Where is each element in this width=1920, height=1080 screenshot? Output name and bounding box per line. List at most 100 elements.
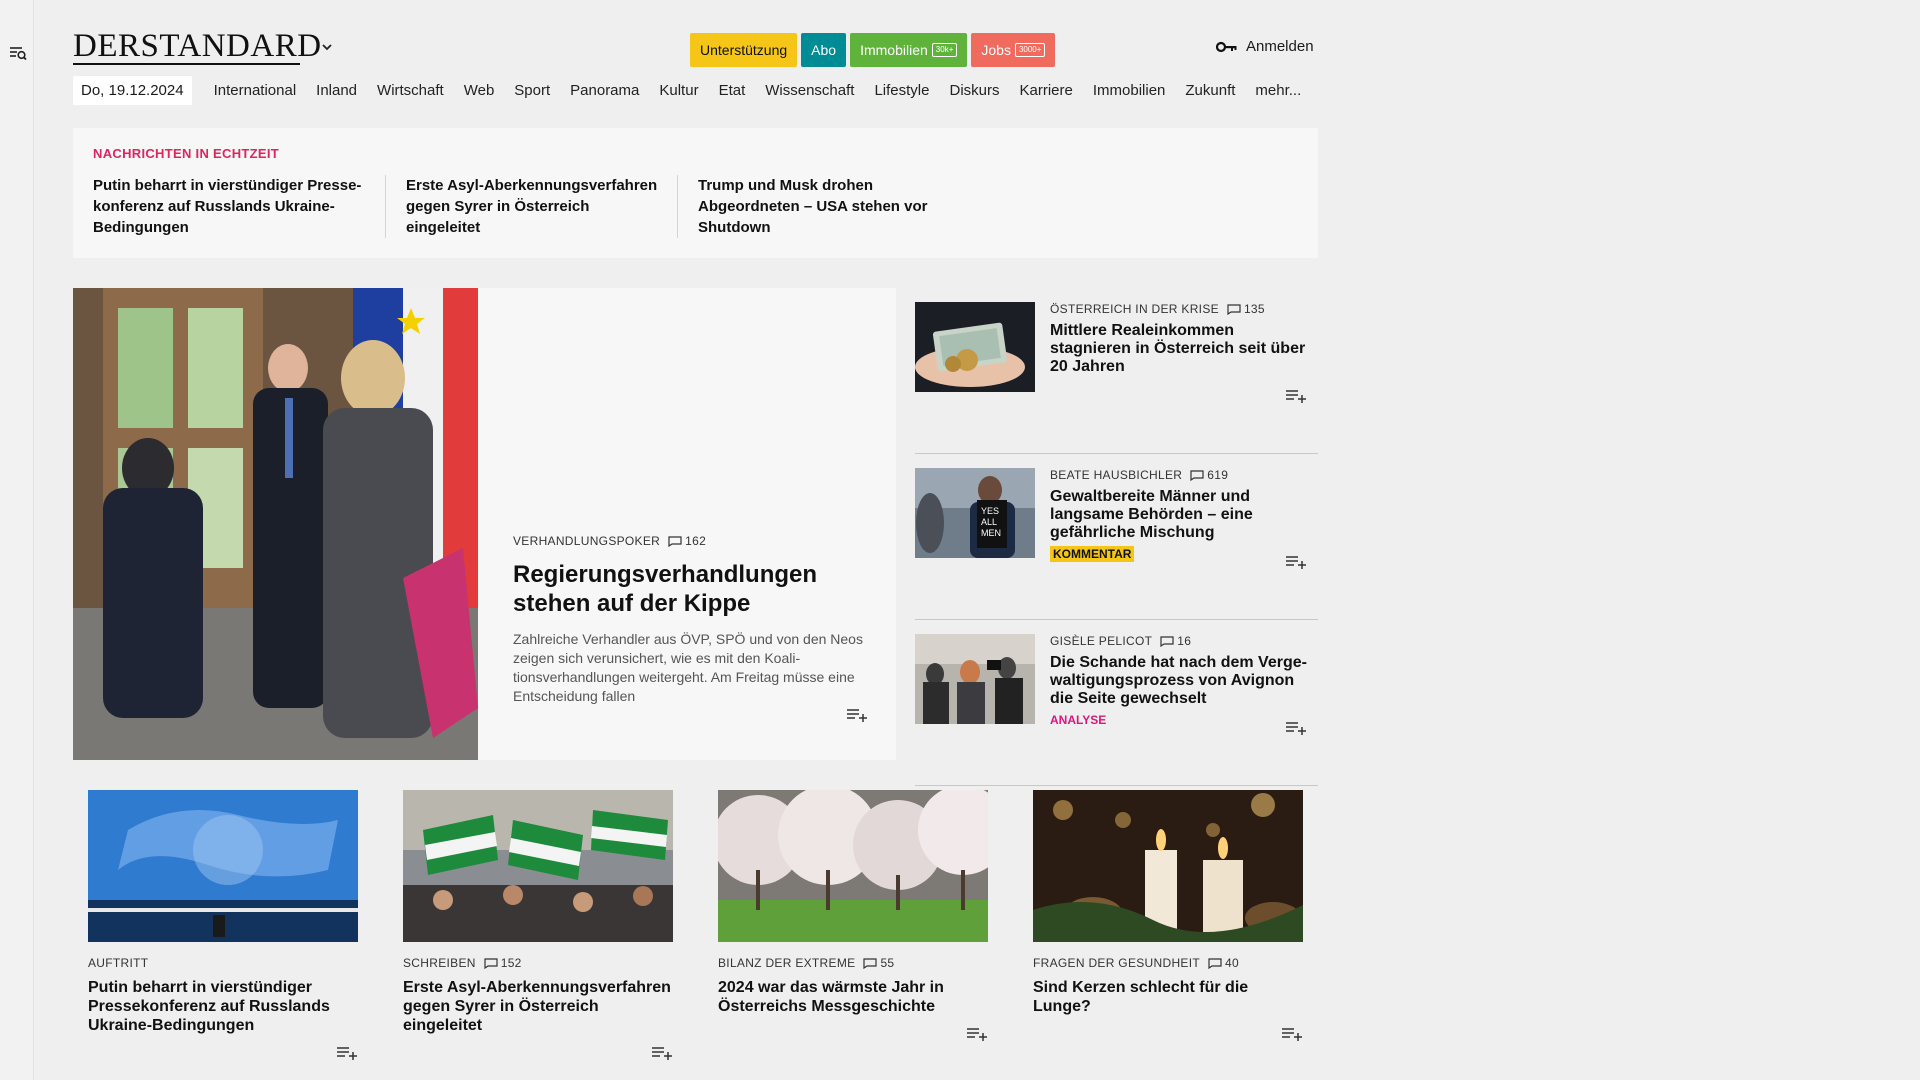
live-news-item[interactable]: Erste Asyl-Aberkennungsverfahren gegen S…: [385, 175, 677, 238]
svg-text:YES: YES: [981, 506, 999, 516]
abo-label: Abo: [811, 42, 837, 58]
nav-item-etat[interactable]: Etat: [709, 82, 756, 99]
hero-article[interactable]: VERHANDLUNGSPOKER 162 Regierungsverhandl…: [73, 288, 896, 760]
immobilien-button[interactable]: Immobilien 30k+: [850, 33, 968, 67]
side-article[interactable]: ÖSTERREICH IN DER KRISE 135 Mittlere Rea…: [915, 288, 1318, 454]
side-article-title[interactable]: Gewaltbereite Männer und langsame Behörd…: [1050, 488, 1310, 542]
add-to-list-icon[interactable]: [336, 1045, 358, 1061]
side-article[interactable]: YES ALL MEN BEATE HAUSBICHLER 619 Gewalt…: [915, 454, 1318, 620]
login-button[interactable]: Anmelden: [1216, 38, 1314, 55]
card-comment-count: 40: [1224, 956, 1239, 970]
comment-icon: [863, 957, 878, 969]
svg-text:MEN: MEN: [981, 528, 1001, 538]
side-article-title[interactable]: Die Schande hat nach dem Verge­waltigung…: [1050, 654, 1310, 708]
jobs-button[interactable]: Jobs 3000+: [971, 33, 1056, 67]
nav-item-wirtschaft[interactable]: Wirtschaft: [367, 82, 454, 99]
side-comments[interactable]: 619: [1190, 468, 1228, 482]
card-title[interactable]: Sind Kerzen schlecht für die Lunge?: [1033, 978, 1303, 1016]
nav-item-lifestyle[interactable]: Lifestyle: [864, 82, 939, 99]
side-article-text: GISÈLE PELICOT 16 Die Schande hat nach d…: [1050, 634, 1310, 729]
add-to-list-icon[interactable]: [1285, 388, 1307, 404]
nav-item-inland[interactable]: Inland: [306, 82, 367, 99]
comment-icon: [668, 535, 682, 547]
article-card[interactable]: BILANZ DER EXTREME 55 2024 war das wärms…: [718, 790, 988, 1080]
side-article[interactable]: GISÈLE PELICOT 16 Die Schande hat nach d…: [915, 620, 1318, 786]
comment-icon: [1208, 957, 1222, 969]
nav-item-diskurs[interactable]: Diskurs: [939, 82, 1009, 99]
live-news-box: NACHRICHTEN IN ECHTZEIT Putin beharrt in…: [73, 128, 1318, 258]
card-kicker: AUFTRITT: [88, 956, 358, 970]
add-to-list-icon[interactable]: [966, 1026, 988, 1042]
side-article-image: [915, 634, 1035, 724]
side-comment-count: 135: [1243, 302, 1265, 316]
analysis-tag: ANALYSE: [1050, 713, 1107, 727]
live-news-item[interactable]: Trump und Musk drohen Abgeordne­ten – US…: [677, 175, 969, 238]
nav-item-karriere[interactable]: Karriere: [1010, 82, 1083, 99]
side-comment-count: 619: [1207, 468, 1229, 482]
support-button[interactable]: Unterstützung: [690, 33, 798, 67]
nav-item-wissenschaft[interactable]: Wissenschaft: [755, 82, 864, 99]
side-kicker-label: GISÈLE PELICOT: [1050, 634, 1153, 648]
article-card[interactable]: SCHREIBEN 152 Erste Asyl-Aberkennungsver…: [403, 790, 673, 1080]
abo-button[interactable]: Abo: [801, 33, 847, 67]
live-news-item[interactable]: Putin beharrt in vierstündiger Presse­ko…: [93, 175, 385, 238]
add-to-list-icon[interactable]: [1285, 554, 1307, 570]
nav-item-web[interactable]: Web: [454, 82, 505, 99]
current-date: Do, 19.12.2024: [73, 75, 192, 105]
card-kicker-label: FRAGEN DER GESUNDHEIT: [1033, 956, 1200, 970]
immobilien-label: Immobilien: [860, 42, 928, 58]
header-pills: Unterstützung Abo Immobilien 30k+ Jobs 3…: [690, 33, 1056, 67]
jobs-badge: 3000+: [1014, 43, 1046, 57]
comment-icon: [1227, 303, 1241, 315]
card-kicker: FRAGEN DER GESUNDHEIT 40: [1033, 956, 1303, 970]
side-comments[interactable]: 135: [1227, 302, 1265, 316]
nav-item-more[interactable]: mehr...: [1245, 82, 1311, 99]
hero-comments[interactable]: 162: [668, 534, 706, 548]
chevron-down-icon[interactable]: [320, 40, 334, 54]
card-image: [88, 790, 358, 942]
side-kicker: ÖSTERREICH IN DER KRISE 135: [1050, 302, 1310, 316]
side-kicker: GISÈLE PELICOT 16: [1050, 634, 1310, 648]
card-kicker-label: SCHREIBEN: [403, 956, 476, 970]
site-logo[interactable]: DERSTANDARD: [73, 28, 322, 65]
jobs-label: Jobs: [981, 42, 1011, 58]
side-kicker: BEATE HAUSBICHLER 619: [1050, 468, 1310, 482]
nav-item-panorama[interactable]: Panorama: [560, 82, 649, 99]
card-title[interactable]: Erste Asyl-Aberkennungsverfah­ren gegen …: [403, 978, 673, 1035]
nav-item-kultur[interactable]: Kultur: [649, 82, 708, 99]
nav-item-sport[interactable]: Sport: [504, 82, 560, 99]
nav-item-international[interactable]: International: [204, 82, 307, 99]
add-to-list-icon[interactable]: [1281, 1026, 1303, 1042]
card-title[interactable]: Putin beharrt in vierstündiger Pressekon…: [88, 978, 358, 1035]
live-news-list: Putin beharrt in vierstündiger Presse­ko…: [93, 175, 1298, 238]
search-menu-icon[interactable]: [9, 44, 27, 62]
article-card[interactable]: FRAGEN DER GESUNDHEIT 40 Sind Kerzen sch…: [1033, 790, 1303, 1080]
side-comments[interactable]: 16: [1160, 634, 1191, 648]
add-to-list-icon[interactable]: [1285, 720, 1307, 736]
live-news-label: NACHRICHTEN IN ECHTZEIT: [93, 146, 280, 161]
side-kicker-label: BEATE HAUSBICHLER: [1050, 468, 1183, 482]
nav-item-immobilien[interactable]: Immobilien: [1083, 82, 1176, 99]
side-article-text: BEATE HAUSBICHLER 619 Gewaltbereite Männ…: [1050, 468, 1310, 563]
hero-kicker: VERHANDLUNGSPOKER 162: [513, 534, 873, 548]
article-card[interactable]: AUFTRITT Putin beharrt in vierstündiger …: [88, 790, 358, 1080]
page: DERSTANDARD Unterstützung Abo Immobilien…: [34, 0, 1920, 1080]
card-image: [403, 790, 673, 942]
hero-image: [73, 288, 478, 760]
hero-teaser: Zahlreiche Verhandler aus ÖVP, SPÖ und v…: [513, 631, 863, 704]
hero-comment-count: 162: [685, 534, 707, 548]
side-article-title[interactable]: Mittlere Realeinkommen stagnieren in Öst…: [1050, 322, 1310, 376]
hero-title[interactable]: Regierungsverhandlungen stehen auf der K…: [513, 560, 873, 618]
card-kicker: BILANZ DER EXTREME 55: [718, 956, 988, 970]
side-article-image: [915, 302, 1035, 392]
card-title[interactable]: 2024 war das wärmste Jahr in Österreichs…: [718, 978, 988, 1016]
card-comments[interactable]: 40: [1208, 956, 1239, 970]
hero-kicker-label: VERHANDLUNGSPOKER: [513, 534, 661, 548]
add-to-list-icon[interactable]: [651, 1045, 673, 1061]
card-comments[interactable]: 55: [863, 956, 894, 970]
card-comments[interactable]: 152: [484, 956, 522, 970]
card-image: [718, 790, 988, 942]
nav-item-zukunft[interactable]: Zukunft: [1175, 82, 1245, 99]
add-to-list-icon[interactable]: [846, 707, 868, 723]
side-comment-count: 16: [1177, 634, 1192, 648]
